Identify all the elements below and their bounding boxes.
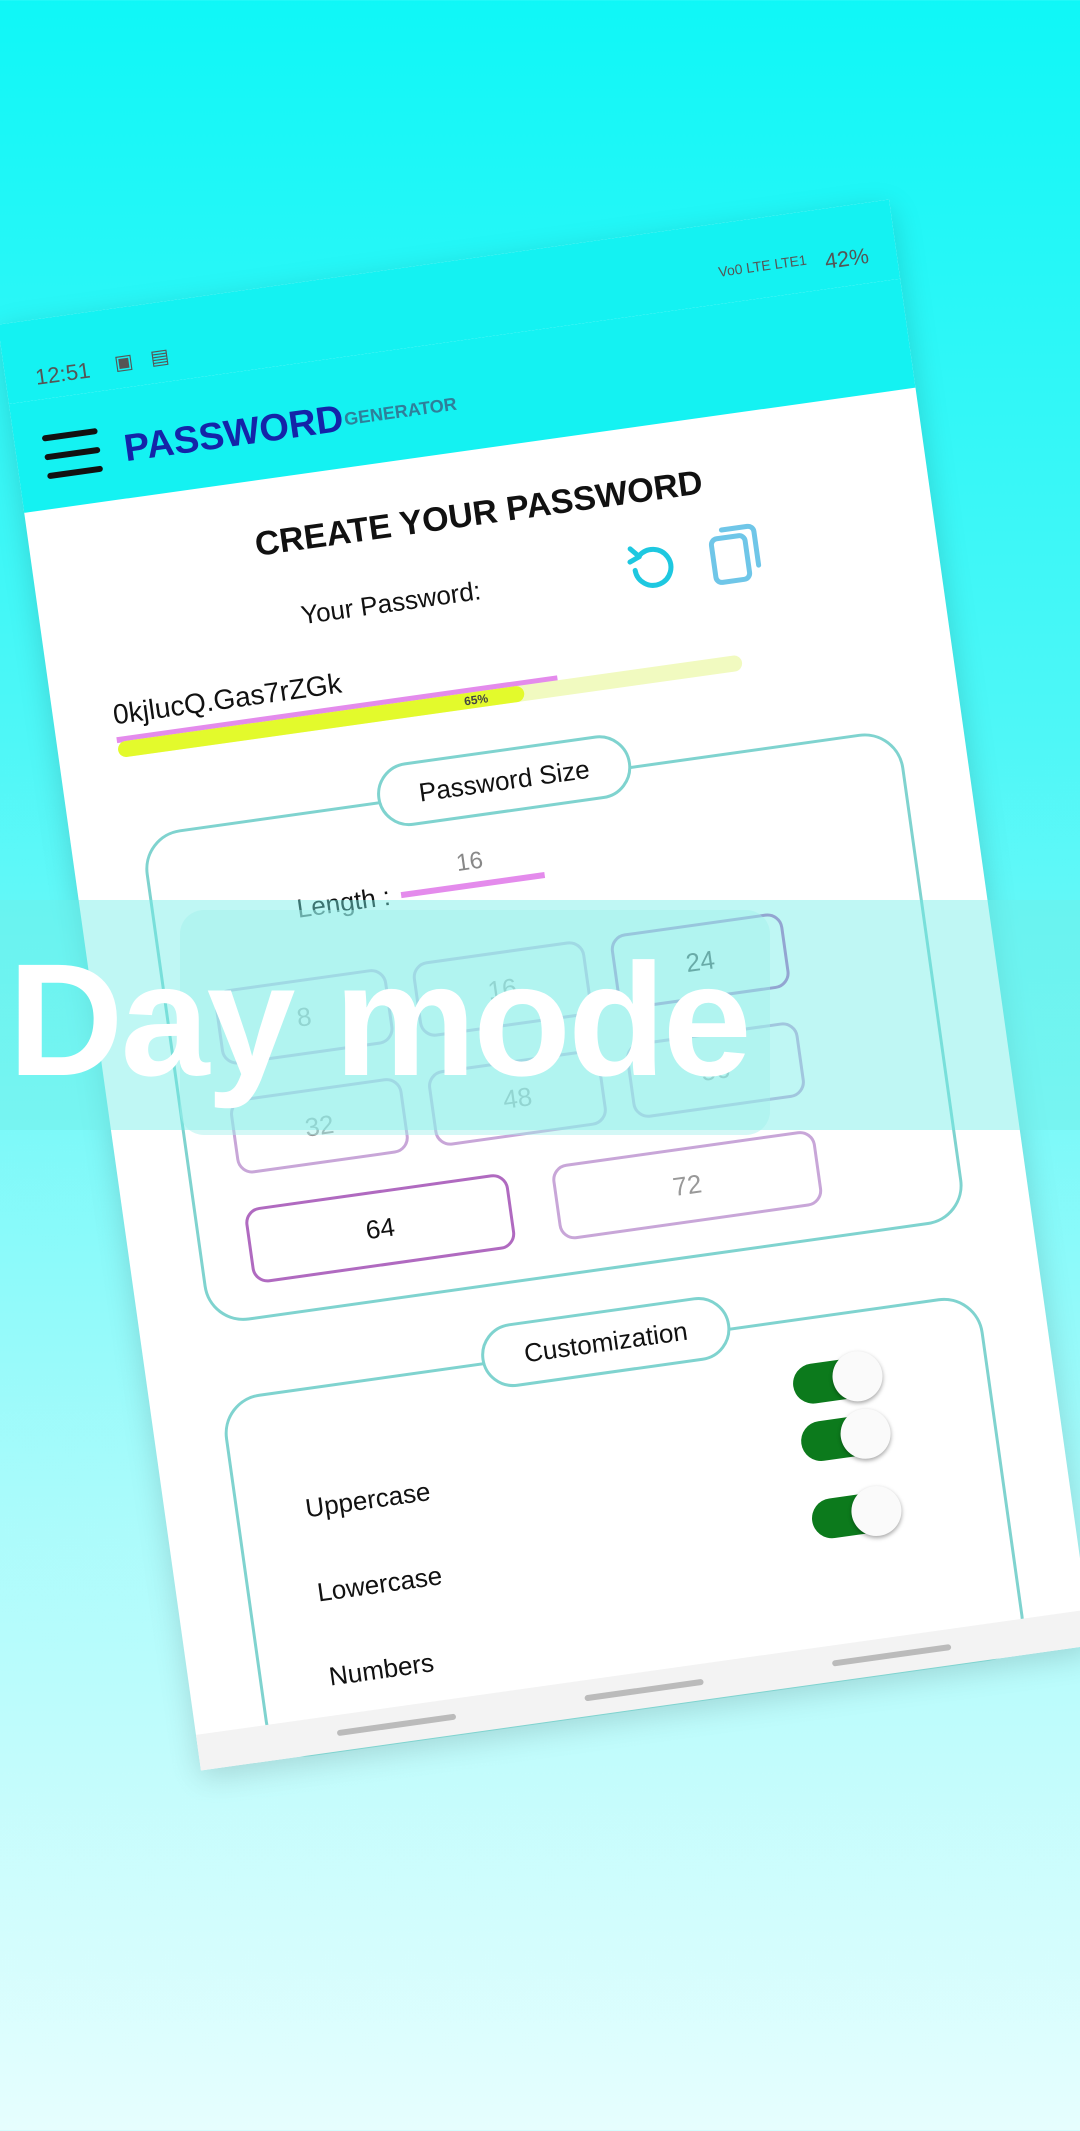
app-subtitle: GENERATOR bbox=[342, 393, 458, 430]
regenerate-icon[interactable] bbox=[619, 534, 685, 600]
status-time: 12:51 bbox=[33, 357, 92, 390]
overlay-text: Day mode bbox=[8, 930, 752, 1109]
notification-icons: ▣ ▤ bbox=[112, 344, 177, 375]
nav-home[interactable] bbox=[584, 1678, 704, 1702]
nav-back[interactable] bbox=[831, 1643, 952, 1667]
network-indicator: Vo0 LTE LTE1 bbox=[717, 251, 808, 280]
nav-recents[interactable] bbox=[336, 1713, 457, 1737]
battery-level: 42% bbox=[823, 242, 871, 274]
copy-icon[interactable] bbox=[703, 519, 769, 588]
menu-icon[interactable] bbox=[41, 427, 104, 480]
password-label: Your Password: bbox=[299, 575, 483, 631]
app-title: PASSWORD bbox=[121, 397, 347, 471]
strength-percent: 65% bbox=[463, 691, 490, 709]
